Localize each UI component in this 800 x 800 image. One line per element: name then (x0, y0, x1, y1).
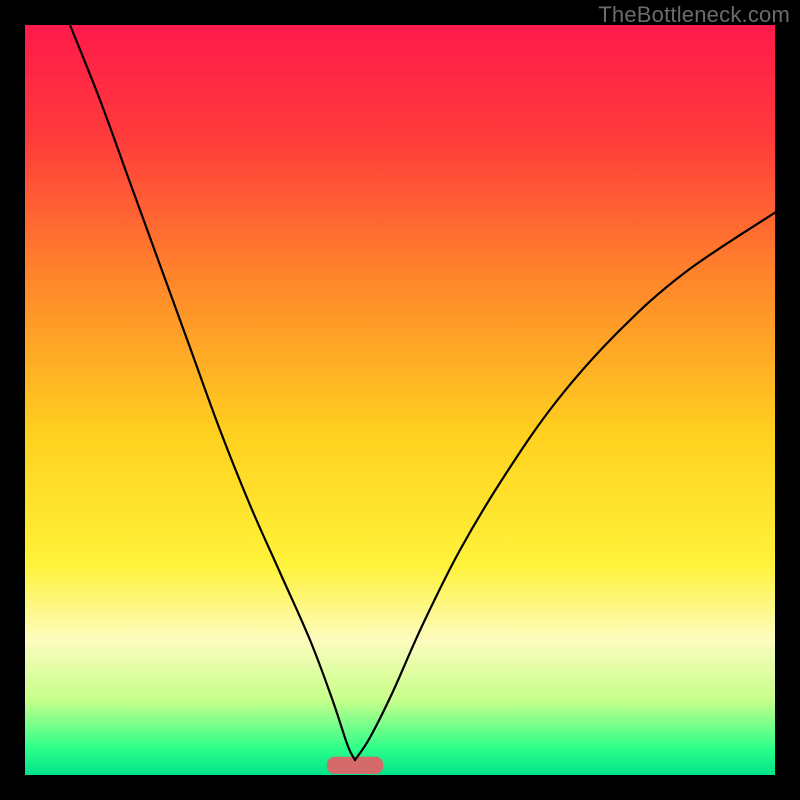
plot-area (25, 25, 775, 775)
chart-svg (25, 25, 775, 775)
gradient-background (25, 25, 775, 775)
watermark-text: TheBottleneck.com (598, 2, 790, 28)
chart-frame: TheBottleneck.com (0, 0, 800, 800)
